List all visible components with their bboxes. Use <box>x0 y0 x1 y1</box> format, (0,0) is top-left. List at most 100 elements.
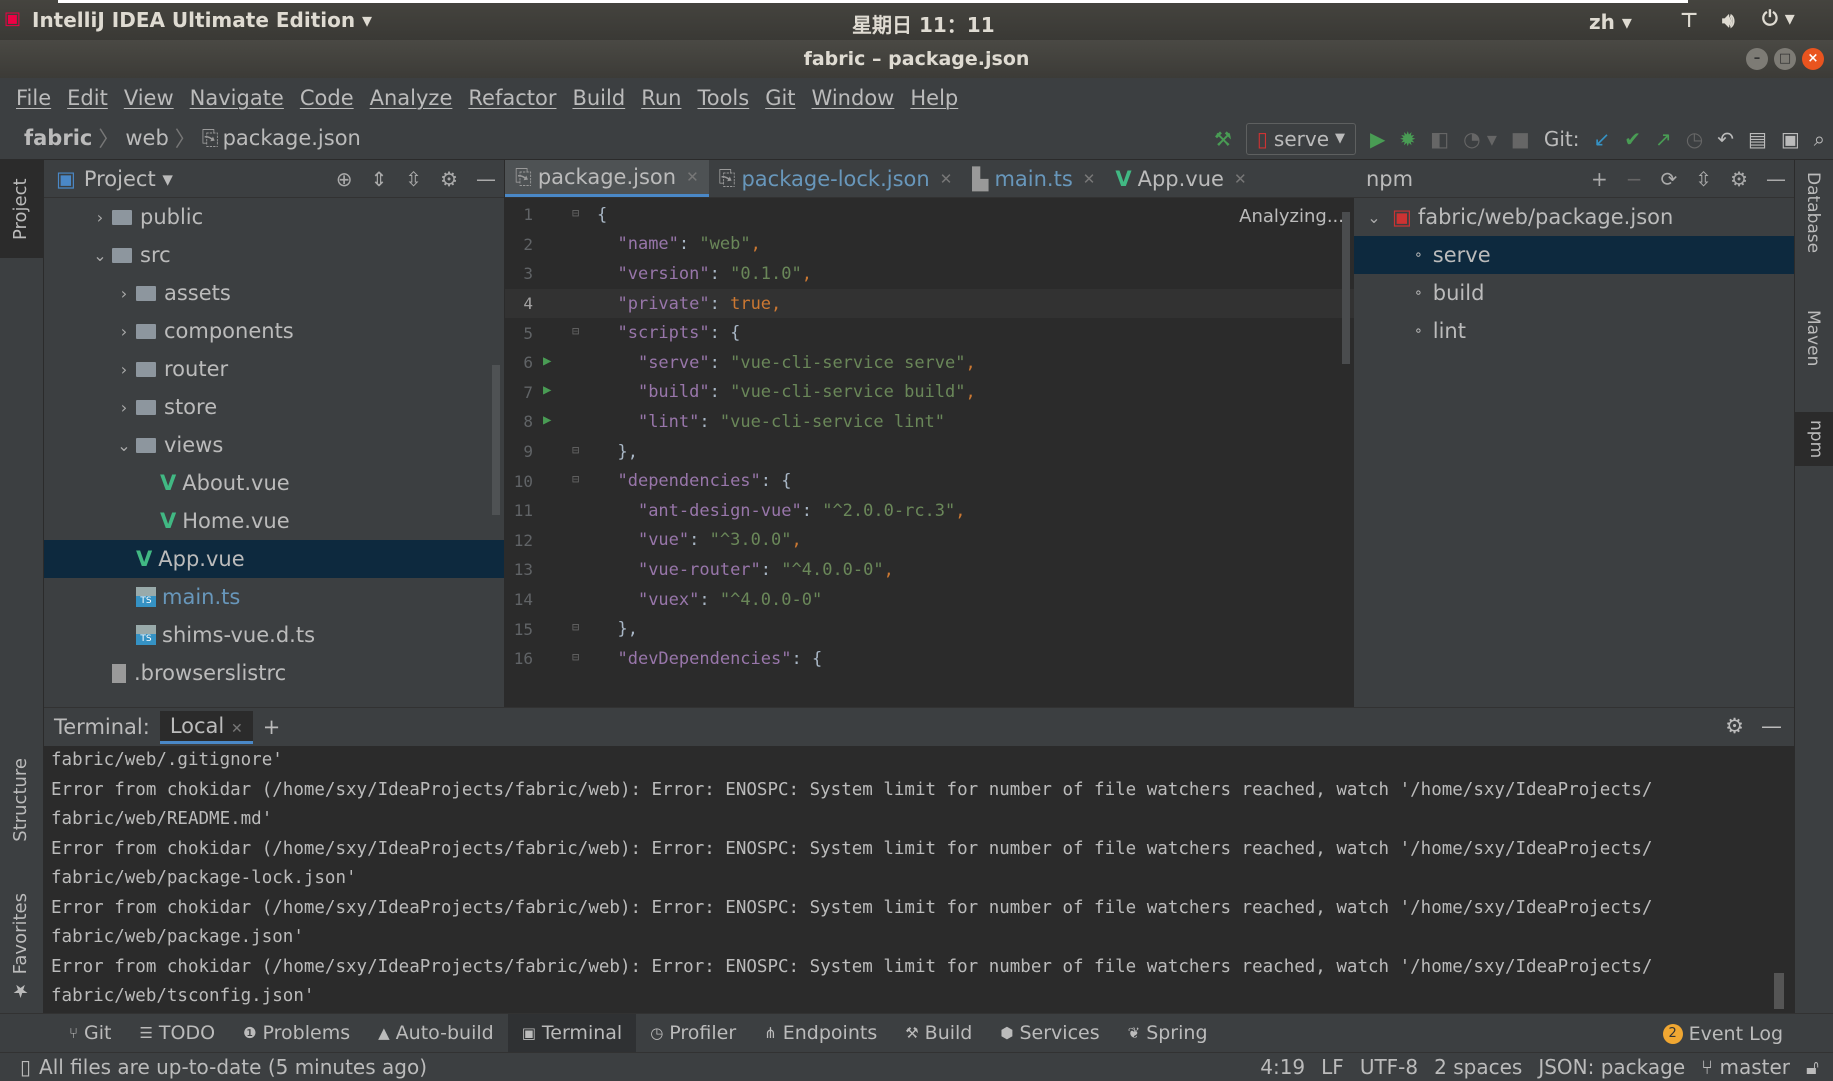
event-log-button[interactable]: 2 Event Log <box>1662 1014 1783 1053</box>
tool-window-auto-build[interactable]: ▲ Auto-build <box>364 1014 508 1053</box>
close-tab-icon[interactable]: ✕ <box>1083 170 1096 188</box>
gear-icon[interactable]: ⚙ <box>1730 167 1748 191</box>
tree-item[interactable]: › router <box>44 350 504 388</box>
fold-icon[interactable]: ⊟ <box>572 650 579 664</box>
terminal-scrollbar[interactable] <box>1774 973 1784 1009</box>
npm-script-build[interactable]: ∘ build <box>1354 274 1794 312</box>
editor-tab[interactable]: ⎘ package-lock.json ✕ <box>709 160 963 197</box>
chevron-down-icon[interactable]: ⌄ <box>112 436 136 455</box>
fold-icon[interactable]: ⊟ <box>572 443 579 457</box>
editor-tab[interactable]: ▙ main.ts ✕ <box>962 160 1105 197</box>
close-icon[interactable]: ✕ <box>231 721 243 737</box>
tree-item[interactable]: ⌄ views <box>44 426 504 464</box>
clock[interactable]: 星期日 11：11 <box>852 9 995 38</box>
collapse-all-icon[interactable]: ⇳ <box>1695 167 1712 191</box>
terminal-output[interactable]: fabric/web/.gitignore' Error from chokida… <box>44 746 1794 1012</box>
breadcrumb-fabric[interactable]: fabric <box>24 126 92 150</box>
tool-window-git[interactable]: ⑂ Git <box>55 1014 125 1053</box>
project-tool-tab[interactable]: Project <box>0 160 44 258</box>
favorites-tool-tab[interactable]: ★ Favorites <box>0 885 41 1009</box>
caret-position[interactable]: 4:19 <box>1260 1055 1305 1079</box>
close-tab-icon[interactable]: ✕ <box>686 168 699 186</box>
tool-window-problems[interactable]: ❶ Problems <box>229 1014 364 1053</box>
breadcrumb-web[interactable]: web <box>125 126 168 150</box>
fold-icon[interactable]: ⊟ <box>572 472 579 486</box>
gear-icon[interactable]: ⚙ <box>440 167 458 191</box>
tree-item[interactable]: V Home.vue <box>44 502 504 540</box>
hide-icon[interactable]: — <box>1761 714 1782 738</box>
git-rollback-icon[interactable]: ↶ <box>1717 127 1734 151</box>
locate-icon[interactable]: ⊕ <box>336 167 353 191</box>
tool-window-spring[interactable]: ❦ Spring <box>1114 1014 1222 1053</box>
chevron-right-icon[interactable]: › <box>112 360 136 379</box>
editor-tab[interactable]: ⎘ package.json ✕ <box>505 160 709 197</box>
tree-item[interactable]: V App.vue <box>44 540 504 578</box>
refresh-icon[interactable]: ⟳ <box>1661 167 1678 191</box>
terminal-tab-local[interactable]: Local ✕ <box>159 710 253 744</box>
line-separator[interactable]: LF <box>1321 1055 1344 1079</box>
chevron-right-icon[interactable]: › <box>112 322 136 341</box>
database-tool-tab[interactable]: Database <box>1803 172 1823 253</box>
fold-icon[interactable]: ⊟ <box>572 324 579 338</box>
chevron-right-icon[interactable]: › <box>112 284 136 303</box>
menu-navigate[interactable]: Navigate <box>190 86 284 110</box>
git-history-icon[interactable]: ◷ <box>1686 127 1703 151</box>
npm-script-lint[interactable]: ∘ lint <box>1354 312 1794 350</box>
build-hammer-icon[interactable]: ⚒ <box>1214 127 1232 151</box>
add-icon[interactable]: + <box>1591 167 1608 191</box>
editor-tab[interactable]: V App.vue ✕ <box>1105 160 1256 197</box>
tool-window-services[interactable]: ⬢ Services <box>986 1014 1113 1053</box>
project-view-select[interactable]: Project ▾ <box>84 167 173 191</box>
tool-window-build[interactable]: ⚒ Build <box>891 1014 986 1053</box>
project-scrollbar[interactable] <box>492 365 500 515</box>
menu-tools[interactable]: Tools <box>697 86 749 110</box>
indent-setting[interactable]: 2 spaces <box>1434 1055 1522 1079</box>
maximize-button[interactable]: □ <box>1774 48 1796 70</box>
chevron-right-icon[interactable]: › <box>112 398 136 417</box>
git-branch[interactable]: ⑂ master <box>1701 1055 1790 1079</box>
tree-item[interactable]: TS main.ts <box>44 578 504 616</box>
close-tab-icon[interactable]: ✕ <box>1234 170 1247 188</box>
debug-icon[interactable]: ✹ <box>1399 127 1416 151</box>
tree-item[interactable]: › assets <box>44 274 504 312</box>
project-structure-icon[interactable]: ▤ <box>1748 127 1767 151</box>
npm-root[interactable]: ⌄ ▣ fabric/web/package.json <box>1354 198 1794 236</box>
menu-view[interactable]: View <box>124 86 174 110</box>
power-icon[interactable]: ⏻ ▾ <box>1762 6 1795 30</box>
git-push-icon[interactable]: ↗ <box>1655 127 1672 151</box>
profile-icon[interactable]: ◔ ▾ <box>1463 127 1497 151</box>
tree-item[interactable]: V About.vue <box>44 464 504 502</box>
lock-icon[interactable]: 🔓︎ <box>1806 1055 1819 1079</box>
tool-window-todo[interactable]: ☰ TODO <box>125 1014 229 1053</box>
coverage-icon[interactable]: ◧ <box>1430 127 1449 151</box>
tool-window-endpoints[interactable]: ⋔ Endpoints <box>750 1014 891 1053</box>
maven-tool-tab[interactable]: Maven <box>1803 310 1823 366</box>
breadcrumb-package-json[interactable]: package.json <box>223 126 361 150</box>
run-script-icon[interactable]: ▶ <box>543 382 551 398</box>
npm-script-serve[interactable]: ∘ serve <box>1354 236 1794 274</box>
minimize-button[interactable]: – <box>1746 48 1768 70</box>
input-method[interactable]: zh ▾ <box>1589 10 1632 34</box>
close-button[interactable]: × <box>1802 48 1824 70</box>
menu-analyze[interactable]: Analyze <box>370 86 453 110</box>
file-encoding[interactable]: UTF-8 <box>1360 1055 1418 1079</box>
stop-icon[interactable]: ■ <box>1511 127 1530 151</box>
menu-run[interactable]: Run <box>641 86 681 110</box>
remove-icon[interactable]: − <box>1626 167 1643 191</box>
tree-item[interactable]: › store <box>44 388 504 426</box>
run-configuration-select[interactable]: ▯ serve ▼ <box>1245 122 1356 155</box>
search-icon[interactable]: ⌕ <box>1814 127 1825 151</box>
chevron-down-icon[interactable]: ⌄ <box>88 246 112 265</box>
run-script-icon[interactable]: ▶ <box>543 412 551 428</box>
tree-item[interactable]: ⌄ src <box>44 236 504 274</box>
run-icon[interactable]: ▶ <box>1370 127 1385 151</box>
collapse-all-icon[interactable]: ⇳ <box>405 167 422 191</box>
menu-window[interactable]: Window <box>812 86 895 110</box>
menu-git[interactable]: Git <box>765 86 795 110</box>
hide-icon[interactable]: — <box>1766 167 1786 191</box>
tree-item[interactable]: › components <box>44 312 504 350</box>
tree-item[interactable]: › public <box>44 198 504 236</box>
presentation-icon[interactable]: ▣ <box>1781 127 1800 151</box>
expand-all-icon[interactable]: ⇕ <box>371 167 388 191</box>
tool-window-terminal[interactable]: ▣ Terminal <box>507 1013 637 1053</box>
